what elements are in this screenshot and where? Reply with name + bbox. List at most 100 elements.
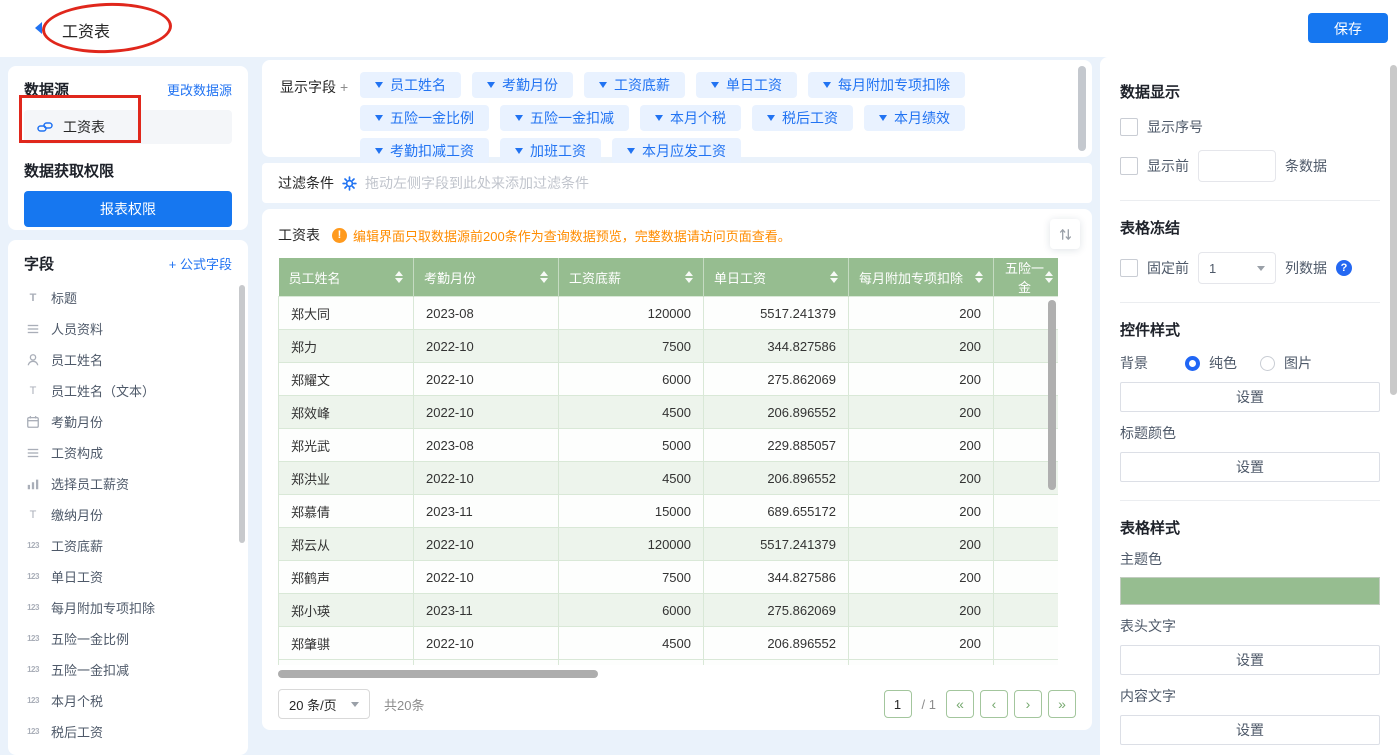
field-item[interactable]: 选择员工薪资 (24, 468, 232, 499)
display-field-chip[interactable]: 每月附加专项扣除 (808, 72, 965, 98)
display-field-chip[interactable]: 税后工资 (752, 105, 853, 131)
sort-order-button[interactable] (1050, 219, 1080, 249)
column-header[interactable]: 每月附加专项扣除 (849, 258, 994, 297)
fix-first-label: 固定前 (1147, 258, 1189, 278)
display-field-chip[interactable]: 考勤月份 (472, 72, 573, 98)
column-header[interactable]: 单日工资 (704, 258, 849, 297)
add-formula-field-link[interactable]: + 公式字段 (169, 254, 232, 273)
display-field-chip[interactable]: 工资底薪 (584, 72, 685, 98)
add-display-field-icon[interactable]: + (340, 79, 348, 95)
column-sort-icon[interactable] (395, 271, 403, 283)
table-row[interactable]: 郑力2022-107500344.827586200 (279, 330, 1059, 363)
back-icon[interactable] (32, 20, 44, 39)
gear-icon[interactable] (342, 176, 357, 191)
page-number-input[interactable]: 1 (884, 690, 912, 718)
field-item[interactable]: 123本月个税 (24, 685, 232, 716)
content-text-set-button[interactable]: 设置 (1120, 715, 1380, 745)
display-field-chip[interactable]: 本月绩效 (864, 105, 965, 131)
total-count: 共20条 (384, 695, 424, 714)
filter-dropzone-placeholder[interactable]: 拖动左侧字段到此处来添加过滤条件 (365, 173, 589, 193)
data-table: 员工姓名考勤月份工资底薪单日工资每月附加专项扣除五险一金郑大同2023-0812… (278, 258, 1058, 665)
page-next-button[interactable]: › (1014, 690, 1042, 718)
page-prev-button[interactable]: ‹ (980, 690, 1008, 718)
freeze-cols-select[interactable]: 1 (1198, 252, 1276, 284)
page-last-button[interactable]: » (1048, 690, 1076, 718)
rows-limit-input[interactable] (1198, 150, 1276, 182)
show-first-checkbox[interactable] (1120, 157, 1138, 175)
table-row[interactable]: 郑耀文2022-106000275.862069200 (279, 363, 1059, 396)
column-sort-icon[interactable] (540, 271, 548, 283)
change-datasource-link[interactable]: 更改数据源 (167, 80, 232, 99)
datasource-item-label: 工资表 (63, 117, 105, 137)
chips-scrollbar[interactable] (1078, 66, 1086, 151)
page-size-select[interactable]: 20 条/页 (278, 689, 370, 719)
image-label: 图片 (1284, 353, 1312, 373)
panel-scrollbar[interactable] (1390, 65, 1397, 395)
freeze-checkbox[interactable] (1120, 259, 1138, 277)
field-item[interactable]: T员工姓名（文本） (24, 375, 232, 406)
field-item[interactable]: 123税后工资 (24, 716, 232, 747)
table-row[interactable]: 郑洪业2022-104500206.896552200 (279, 462, 1059, 495)
table-row[interactable]: 郑小瑛2023-116000275.862069200 (279, 594, 1059, 627)
header-text-set-button[interactable]: 设置 (1120, 645, 1380, 675)
save-button[interactable]: 保存 (1308, 13, 1388, 43)
display-field-chip[interactable]: 五险一金扣减 (500, 105, 629, 131)
solid-color-radio[interactable] (1185, 356, 1200, 371)
chevron-down-icon (627, 148, 635, 154)
field-item[interactable]: T标题 (24, 282, 232, 313)
column-header[interactable]: 员工姓名 (279, 258, 414, 297)
theme-color-swatch[interactable] (1120, 577, 1380, 605)
background-set-button[interactable]: 设置 (1120, 382, 1380, 412)
column-sort-icon[interactable] (975, 271, 983, 283)
report-permission-button[interactable]: 报表权限 (24, 191, 232, 227)
title-color-set-button[interactable]: 设置 (1120, 452, 1380, 482)
show-index-checkbox[interactable] (1120, 118, 1138, 136)
field-item[interactable]: 考勤月份 (24, 406, 232, 437)
table-vertical-scrollbar[interactable] (1048, 300, 1056, 490)
column-header[interactable]: 工资底薪 (559, 258, 704, 297)
display-field-chip[interactable]: 五险一金比例 (360, 105, 489, 131)
column-sort-icon[interactable] (1045, 271, 1053, 283)
table-row[interactable]: 郑云从2022-101200005517.241379200 (279, 528, 1059, 561)
chevron-down-icon (487, 82, 495, 88)
field-item[interactable]: 工资构成 (24, 437, 232, 468)
field-item[interactable]: T缴纳月份 (24, 499, 232, 530)
field-item[interactable]: 人员资料 (24, 313, 232, 344)
display-field-chip[interactable]: 加班工资 (500, 138, 601, 164)
page-title: 工资表 (62, 18, 110, 42)
image-radio[interactable] (1260, 356, 1275, 371)
table-row[interactable]: 郑效峰2022-104500206.896552200 (279, 396, 1059, 429)
table-row[interactable]: 郑鹤声2022-107500344.827586200 (279, 561, 1059, 594)
field-item[interactable]: 123工资底薪 (24, 530, 232, 561)
table-row[interactable]: 郑大同2023-081200005517.241379200 (279, 297, 1059, 330)
display-fields-card: 显示字段+ 员工姓名考勤月份工资底薪单日工资每月附加专项扣除五险一金比例五险一金… (262, 60, 1092, 157)
page-total-label: / 1 (922, 697, 936, 712)
text-icon: T (24, 509, 42, 521)
fields-heading: 字段 (24, 253, 54, 274)
chevron-down-icon (599, 82, 607, 88)
display-field-chip[interactable]: 考勤扣减工资 (360, 138, 489, 164)
table-row[interactable]: 郑光武2023-085000229.885057200 (279, 429, 1059, 462)
help-icon[interactable]: ? (1336, 260, 1352, 276)
display-field-chip[interactable]: 单日工资 (696, 72, 797, 98)
text-icon: T (24, 385, 42, 397)
column-header[interactable]: 考勤月份 (414, 258, 559, 297)
table-row[interactable]: 郑慕倩2023-1115000689.655172200 (279, 495, 1059, 528)
column-sort-icon[interactable] (830, 271, 838, 283)
display-field-chip[interactable]: 员工姓名 (360, 72, 461, 98)
field-item[interactable]: 员工姓名 (24, 344, 232, 375)
display-field-chip[interactable]: 本月应发工资 (612, 138, 741, 164)
field-item[interactable]: 123五险一金扣减 (24, 654, 232, 685)
number-icon: 123 (24, 696, 42, 705)
fields-scrollbar[interactable] (239, 285, 245, 543)
table-horizontal-scrollbar[interactable] (278, 670, 598, 678)
datasource-item[interactable]: 工资表 (24, 110, 232, 144)
field-item[interactable]: 123五险一金比例 (24, 623, 232, 654)
column-sort-icon[interactable] (685, 271, 693, 283)
column-header[interactable]: 五险一金 (994, 258, 1059, 297)
field-item[interactable]: 123单日工资 (24, 561, 232, 592)
field-item[interactable]: 123每月附加专项扣除 (24, 592, 232, 623)
page-first-button[interactable]: « (946, 690, 974, 718)
table-row[interactable]: 郑肇骐2022-104500206.896552200 (279, 627, 1059, 660)
display-field-chip[interactable]: 本月个税 (640, 105, 741, 131)
